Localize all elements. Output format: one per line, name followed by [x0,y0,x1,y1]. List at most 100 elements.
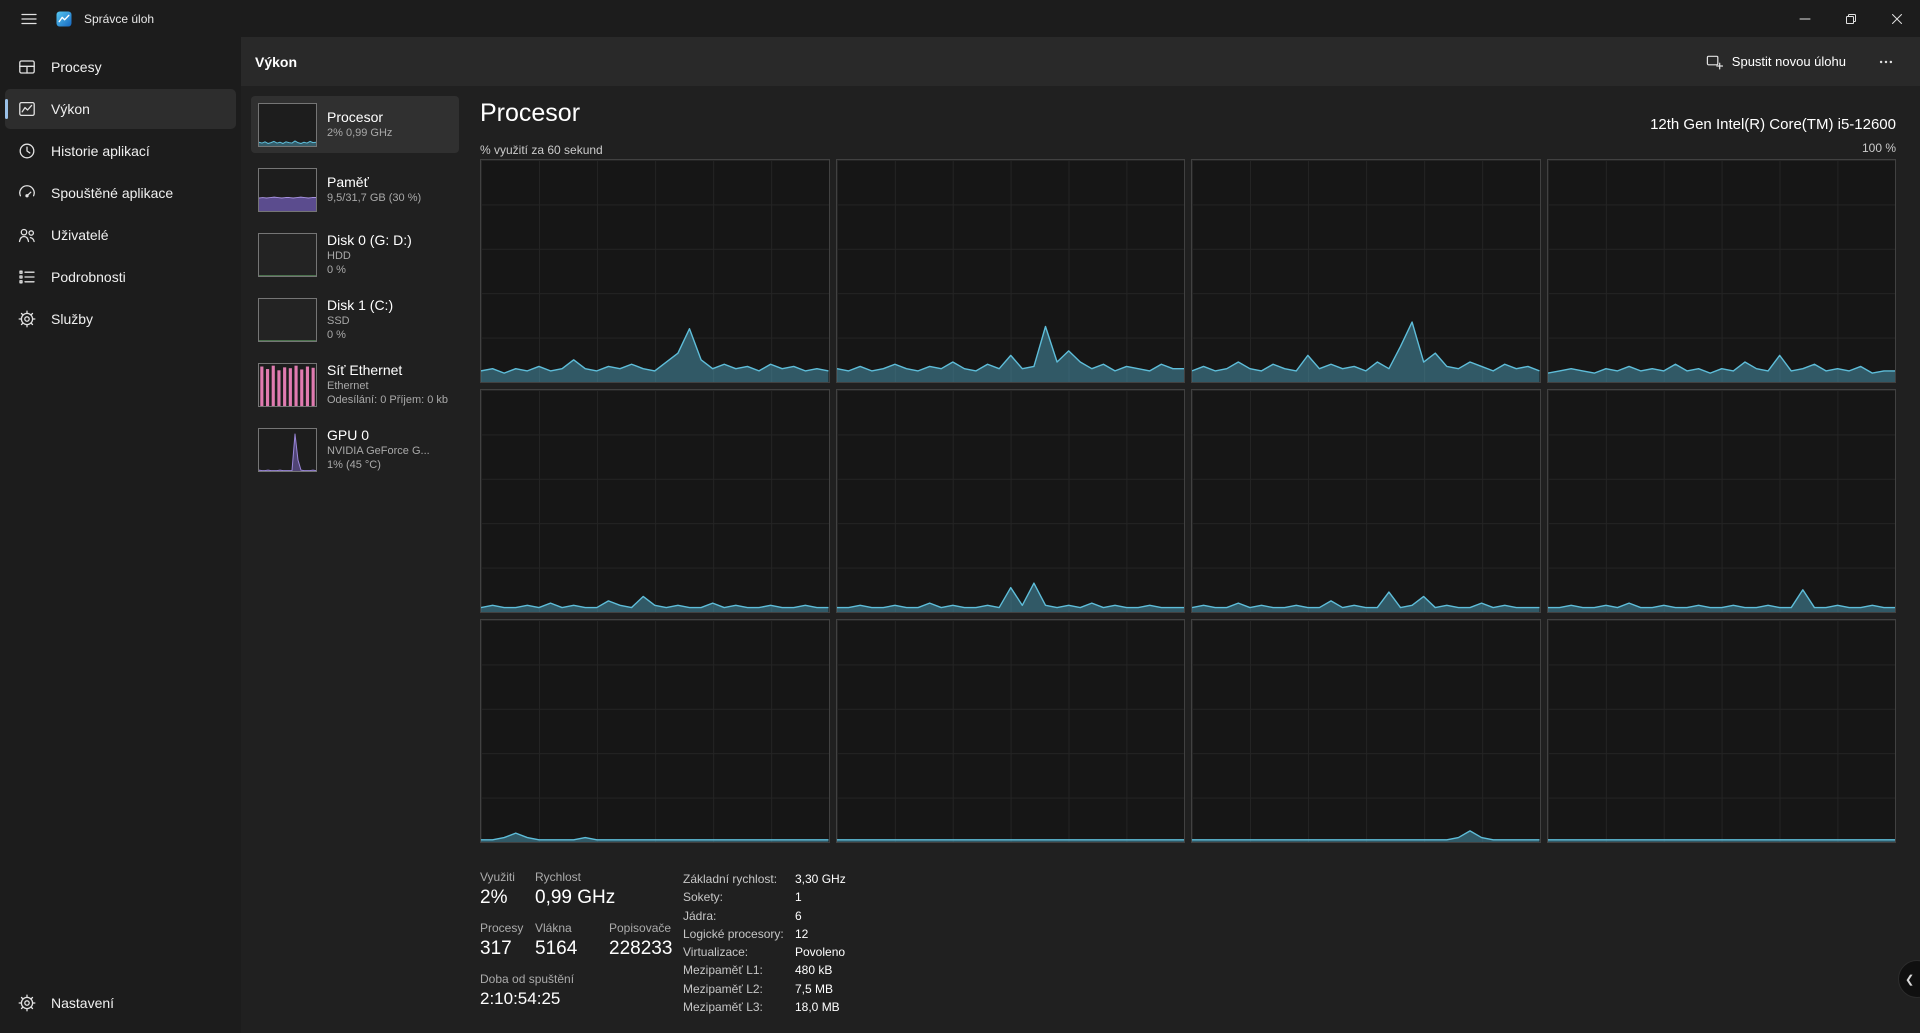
cpu-core-grid [480,159,1896,843]
stat-value: 0,99 GHz [535,887,615,909]
perf-item-disk0[interactable]: Disk 0 (G: D:) HDD 0 % [251,226,459,283]
cpu-core-chart-5 [836,389,1186,613]
perf-item-cpu-text: Procesor 2% 0,99 GHz [327,109,392,140]
perf-item-title: Síť Ethernet [327,362,448,379]
disk1-thumb-svg [259,299,316,341]
cpu-stats: Využiti 2% Rychlost 0,99 GHz Procesy 317… [480,870,672,1021]
task-manager-app-icon [56,11,72,27]
stat-label: Procesy [480,921,535,935]
spec-label: Logické procesory: [683,925,795,943]
cpu-core-chart-0 [480,159,830,383]
stats-row-2: Procesy 317 Vlákna 5164 Popisovače 22823… [480,921,672,960]
perf-item-ethernet[interactable]: Síť Ethernet Ethernet Odesílání: 0 Příje… [251,356,459,413]
stat-label: Vlákna [535,921,609,935]
processor-name: 12th Gen Intel(R) Core(TM) i5-12600 [1650,116,1896,133]
stat-uptime: Doba od spuštění 2:10:54:25 [480,972,574,1009]
sidebar-item-performance[interactable]: Výkon [5,89,236,129]
sidebar-item-app-history[interactable]: Historie aplikací [5,131,236,171]
perf-item-disk1[interactable]: Disk 1 (C:) SSD 0 % [251,291,459,348]
task-manager-window: Správce úloh [0,0,1920,1033]
sidebar-item-settings[interactable]: Nastavení [5,983,236,1023]
gpu-mini-chart [258,428,317,472]
stat-value: 5164 [535,938,609,960]
stat-utilization: Využiti 2% [480,870,535,909]
sidebar-item-processes[interactable]: Procesy [5,47,236,87]
spec-label: Jádra: [683,907,795,925]
stat-label: Rychlost [535,870,615,884]
startup-apps-icon [17,183,37,203]
sidebar-item-label: Výkon [51,101,90,117]
restore-button[interactable] [1828,0,1874,37]
gpu-thumb-svg [259,429,316,471]
perf-item-memory[interactable]: Paměť 9,5/31,7 GB (30 %) [251,161,459,218]
spec-value: 480 kB [795,961,846,979]
cpu-detail-panel: Procesor 12th Gen Intel(R) Core(TM) i5-1… [480,37,1896,1033]
hamburger-icon [19,9,39,29]
stat-value: 2:10:54:25 [480,989,574,1009]
cpu-core-chart-10 [1191,619,1541,843]
chart-caption: % využití za 60 sekund [480,143,603,157]
stats-row-1: Využiti 2% Rychlost 0,99 GHz [480,870,672,909]
minimize-button[interactable] [1782,0,1828,37]
processes-icon [17,57,37,77]
sidebar-item-services[interactable]: Služby [5,299,236,339]
cpu-core-chart-8 [480,619,830,843]
chevron-left-icon: ❮ [1905,973,1914,986]
cpu-core-chart-9 [836,619,1186,843]
spec-label: Virtualizace: [683,943,795,961]
sidebar-item-startup-apps[interactable]: Spouštěné aplikace [5,173,236,213]
perf-item-subtitle: Ethernet [327,379,448,393]
perf-item-title: Disk 0 (G: D:) [327,232,412,249]
perf-item-subtitle2: Odesílání: 0 Příjem: 0 kb [327,393,448,407]
settings-gear-icon [17,993,37,1013]
memory-thumb-svg [259,169,316,211]
perf-item-title: Procesor [327,109,392,126]
stats-row-3: Doba od spuštění 2:10:54:25 [480,972,672,1009]
cpu-core-chart-3 [1547,159,1897,383]
window-title: Správce úloh [84,12,154,26]
perf-item-subtitle2: 0 % [327,328,393,342]
spec-label: Sokety: [683,888,795,906]
perf-item-title: Disk 1 (C:) [327,297,393,314]
history-icon [17,141,37,161]
navigation-menu-button[interactable] [14,4,44,34]
sidebar-spacer [5,341,236,983]
perf-item-subtitle: 9,5/31,7 GB (30 %) [327,191,421,205]
services-icon [17,309,37,329]
close-button[interactable] [1874,0,1920,37]
cpu-core-chart-11 [1547,619,1897,843]
cpu-mini-chart [258,103,317,147]
main-content: Výkon Spustit novou úlohu [241,37,1920,1033]
ethernet-thumb-svg [259,364,316,406]
perf-item-cpu[interactable]: Procesor 2% 0,99 GHz [251,96,459,153]
perf-item-title: Paměť [327,174,421,191]
minimize-icon [1799,13,1811,25]
spec-value: 12 [795,925,846,943]
perf-item-gpu[interactable]: GPU 0 NVIDIA GeForce G... 1% (45 °C) [251,421,459,478]
stat-value: 317 [480,938,535,960]
sidebar-item-users[interactable]: Uživatelé [5,215,236,255]
spec-value: 3,30 GHz [795,870,846,888]
performance-icon [17,99,37,119]
perf-item-subtitle2: 0 % [327,263,412,277]
stat-label: Popisovače [609,921,672,935]
cpu-page-title: Procesor [480,99,580,128]
sidebar-item-label: Nastavení [51,995,114,1011]
sidebar-item-label: Uživatelé [51,227,109,243]
sidebar-item-label: Procesy [51,59,102,75]
stat-value: 228233 [609,938,672,960]
sidebar-item-label: Historie aplikací [51,143,150,159]
cpu-core-chart-7 [1547,389,1897,613]
disk0-mini-chart [258,233,317,277]
details-icon [17,267,37,287]
spec-label: Základní rychlost: [683,870,795,888]
cpu-specs: Základní rychlost: 3,30 GHz Sokety: 1 Já… [683,870,846,1016]
chart-scale-max: 100 % [1862,141,1896,155]
sidebar-item-details[interactable]: Podrobnosti [5,257,236,297]
ethernet-mini-chart [258,363,317,407]
sidebar-item-label: Podrobnosti [51,269,126,285]
users-icon [17,225,37,245]
perf-item-title: GPU 0 [327,427,430,444]
selection-indicator [5,99,8,119]
perf-item-subtitle: 2% 0,99 GHz [327,126,392,140]
